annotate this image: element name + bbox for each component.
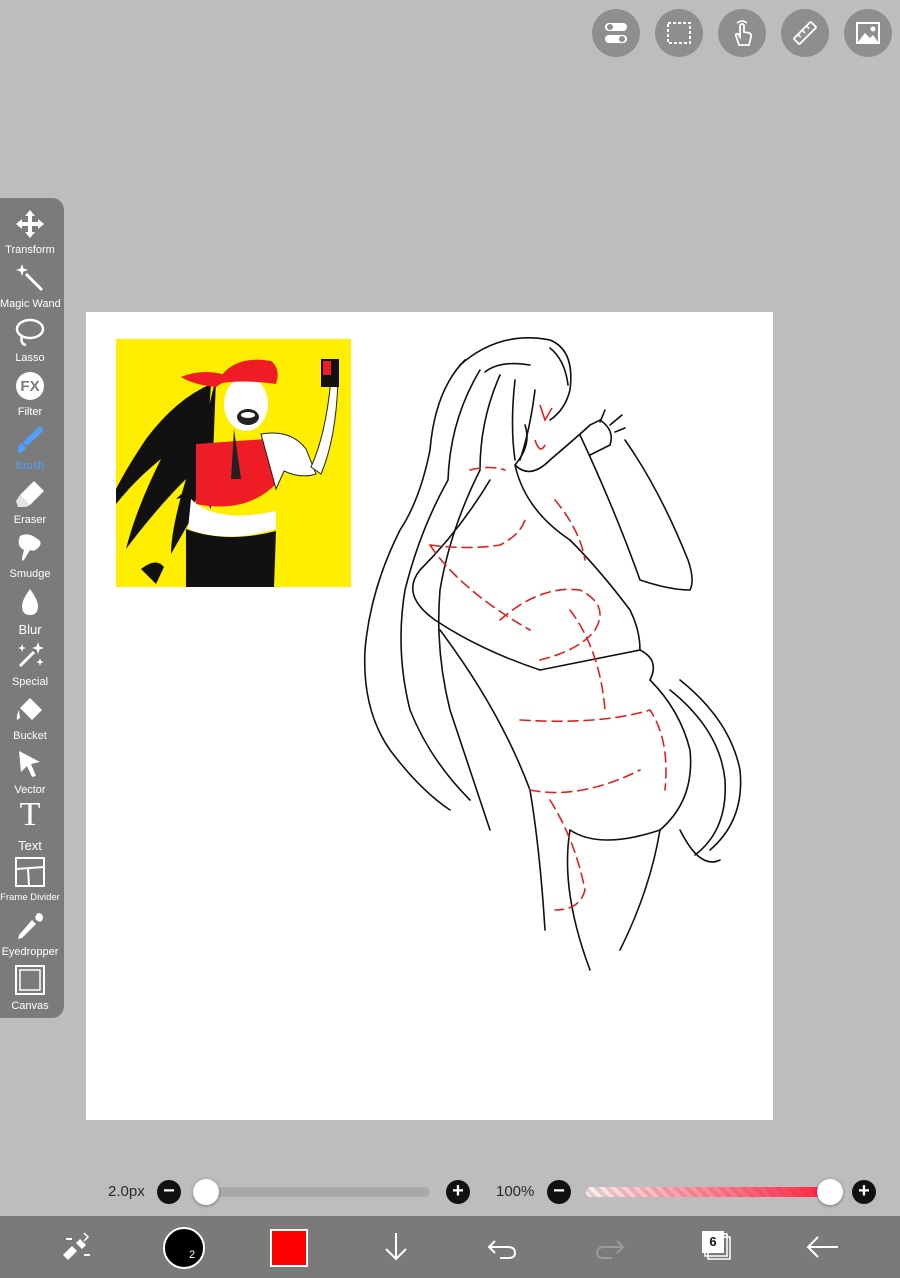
tool-label: Magic Wand [0, 298, 61, 310]
tool-smudge[interactable]: Smudge [0, 526, 60, 580]
sparkle-brush-icon [18, 642, 44, 668]
canvas-icon [15, 965, 45, 995]
layer-count: 6 [709, 1234, 717, 1249]
touch-gesture-icon [734, 20, 753, 46]
layer-merge-down-button[interactable] [374, 1225, 418, 1269]
tool-text[interactable]: T Text [0, 796, 60, 853]
toggle-settings-button[interactable] [592, 9, 640, 57]
tool-label: Transform [5, 244, 55, 256]
arrow-left-icon [806, 1236, 838, 1258]
frame-divider-icon [15, 857, 45, 887]
tool-eyedropper[interactable]: Eyedropper [0, 904, 60, 958]
color-picker-button[interactable] [268, 1225, 312, 1269]
opacity-slider-thumb[interactable] [817, 1179, 843, 1205]
tool-bucket[interactable]: Bucket [0, 688, 60, 742]
selection-button[interactable] [655, 9, 703, 57]
eyedropper-icon [18, 913, 43, 939]
tool-label: Eyedropper [1, 946, 59, 958]
tool-filter[interactable]: FX Filter [0, 364, 60, 418]
tool-special[interactable]: Special [0, 634, 60, 688]
brush-size-value: 2.0px [108, 1183, 145, 1200]
swap-tool-icon [63, 1232, 90, 1260]
brush-size-slider[interactable] [193, 1179, 430, 1205]
opacity-slider[interactable] [586, 1179, 843, 1205]
quick-tool-swap-button[interactable] [54, 1225, 98, 1269]
opacity-increase-button[interactable]: + [852, 1180, 876, 1204]
tool-label: Brush [15, 460, 45, 472]
opacity-value: 100% [496, 1183, 535, 1200]
tool-label: Filter [17, 406, 43, 418]
bottom-toolbar: 2 6 [0, 1216, 900, 1278]
move-arrows-icon [16, 210, 44, 238]
tool-frame-divider[interactable]: Frame Divider [0, 850, 60, 904]
brush-preview-button[interactable]: 2 [160, 1225, 205, 1269]
brush-icon [17, 426, 43, 453]
back-button[interactable] [800, 1225, 844, 1269]
smudge-icon [18, 534, 41, 561]
magic-wand-icon [16, 264, 44, 292]
tool-vector[interactable]: Vector [0, 742, 60, 796]
brush-size-indicator: 2 [189, 1249, 196, 1261]
layers-button[interactable]: 6 [694, 1225, 738, 1269]
reference-image [116, 339, 351, 587]
tool-label: Bucket [13, 730, 47, 742]
image-import-icon [856, 22, 880, 44]
cursor-arrow-icon [19, 751, 40, 777]
tool-label: Smudge [9, 568, 51, 580]
tool-label: Vector [14, 784, 46, 796]
bucket-icon [16, 698, 42, 720]
ruler-button[interactable] [781, 9, 829, 57]
image-import-button[interactable] [844, 9, 892, 57]
redo-icon [595, 1240, 625, 1259]
opacity-decrease-button[interactable]: − [547, 1180, 571, 1204]
fx-icon-text: FX [20, 378, 40, 395]
current-color-swatch [270, 1229, 308, 1267]
tool-eraser[interactable]: Eraser [0, 472, 60, 526]
tool-panel: Transform Magic Wand Lasso FX Filter Bru… [0, 198, 64, 1018]
tool-label: Canvas [11, 1000, 49, 1012]
brush-size-decrease-button[interactable]: − [157, 1180, 181, 1204]
tool-label: Eraser [13, 514, 47, 526]
ruler-icon [793, 21, 817, 45]
tool-canvas[interactable]: Canvas [0, 958, 60, 1012]
toggle-settings-icon [605, 23, 627, 43]
brush-size-increase-button[interactable]: + [446, 1180, 470, 1204]
tool-lasso[interactable]: Lasso [0, 310, 60, 364]
undo-icon [487, 1240, 517, 1259]
lasso-icon [15, 318, 45, 347]
tool-transform[interactable]: Transform [0, 202, 60, 256]
selection-icon [667, 22, 691, 44]
text-t-icon: T [19, 796, 41, 833]
tool-label: Lasso [15, 352, 45, 364]
tool-label: Frame Divider [0, 892, 60, 903]
tool-blur[interactable]: Blur [0, 580, 60, 637]
tool-brush[interactable]: Brush [0, 418, 60, 472]
tool-label: Special [11, 676, 49, 688]
arrow-down-icon [385, 1233, 407, 1261]
touch-gesture-button[interactable] [718, 9, 766, 57]
sketch-drawing [363, 337, 742, 971]
brush-size-slider-thumb[interactable] [193, 1179, 219, 1205]
drop-icon [22, 589, 38, 615]
brush-preview-circle [163, 1227, 205, 1269]
eraser-icon [16, 481, 44, 507]
tool-magic-wand[interactable]: Magic Wand [0, 256, 61, 310]
redo-button[interactable] [588, 1225, 632, 1269]
undo-button[interactable] [480, 1225, 524, 1269]
